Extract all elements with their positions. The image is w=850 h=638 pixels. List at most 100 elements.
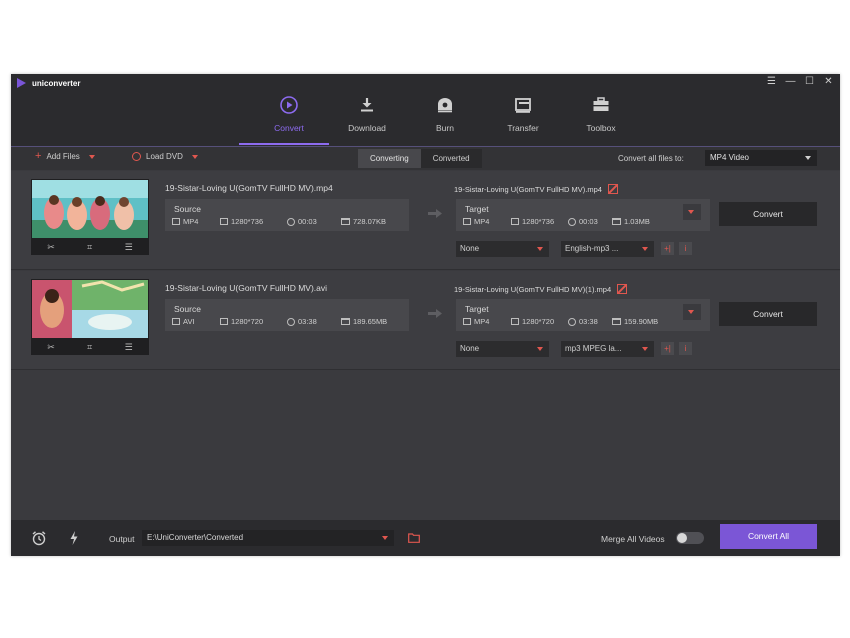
source-format: MP4 [172, 217, 220, 226]
source-file-name: 19-Sistar-Loving U(GomTV FullHD MV).avi [165, 283, 328, 293]
plus-icon: + [35, 150, 42, 162]
tab-download[interactable]: Download [328, 92, 406, 145]
toolbar: + Add Files Load DVD Converting Converte… [11, 146, 840, 170]
close-icon[interactable]: ✕ [823, 76, 834, 88]
output-format-value: MP4 Video [710, 153, 749, 162]
tab-burn-label: Burn [436, 123, 454, 133]
target-resolution: 1280*736 [511, 217, 568, 226]
edit-icon[interactable] [617, 284, 628, 294]
status-tabs: Converting Converted [358, 149, 482, 168]
audio-track-select[interactable]: English-mp3 ... [561, 241, 654, 257]
file-row: ✂ ⌗ ☰ 19-Sistar-Loving U(GomTV FullHD MV… [11, 171, 840, 270]
target-info: Target MP4 1280*720 03:38 159.90MB [456, 299, 710, 331]
subtitle-select[interactable]: None [456, 341, 549, 357]
open-folder-icon[interactable] [408, 533, 420, 543]
film-icon [172, 318, 180, 325]
crop-icon[interactable]: ⌗ [87, 342, 92, 353]
folder-icon [612, 218, 621, 225]
target-settings-dropdown[interactable] [683, 204, 701, 220]
trim-icon[interactable]: ✂ [47, 342, 55, 353]
video-thumbnail[interactable]: ✂ ⌗ ☰ [31, 279, 149, 355]
folder-icon [341, 318, 350, 325]
alarm-clock-icon[interactable] [31, 530, 47, 546]
load-dvd-dropdown-icon[interactable] [191, 154, 198, 159]
target-resolution-value: 1280*720 [522, 317, 555, 326]
add-files-label: Add Files [46, 152, 80, 161]
source-duration-value: 00:03 [298, 217, 317, 226]
logo-icon [17, 78, 26, 88]
subtitle-select[interactable]: None [456, 241, 549, 257]
merge-toggle[interactable] [676, 532, 704, 544]
target-format-value: MP4 [474, 217, 490, 226]
tab-burn[interactable]: Burn [406, 92, 484, 145]
edit-icon[interactable] [607, 184, 618, 194]
info-icon[interactable]: i [679, 242, 692, 255]
target-duration-value: 00:03 [579, 217, 598, 226]
target-file-name: 19-Sistar-Loving U(GomTV FullHD MV)(1).m… [454, 284, 628, 294]
file-row: ✂ ⌗ ☰ 19-Sistar-Loving U(GomTV FullHD MV… [11, 271, 840, 370]
source-size-value: 728.07KB [353, 217, 386, 226]
clock-icon [568, 317, 576, 326]
lightning-icon[interactable] [69, 530, 79, 546]
app-title: uniconverter [32, 78, 81, 88]
chevron-down-icon [805, 156, 811, 160]
add-subtitle-button[interactable]: +| [661, 342, 674, 355]
folder-icon [612, 318, 621, 325]
resolution-icon [511, 218, 519, 225]
load-dvd-button[interactable]: Load DVD [132, 152, 198, 161]
effects-icon[interactable]: ☰ [125, 242, 133, 253]
source-format-value: MP4 [183, 217, 199, 226]
add-subtitle-button[interactable]: +| [661, 242, 674, 255]
tab-converted[interactable]: Converted [420, 149, 482, 168]
active-tab-indicator [239, 143, 329, 145]
add-files-button[interactable]: + Add Files [35, 150, 95, 162]
source-duration-value: 03:38 [298, 317, 317, 326]
output-path-select[interactable]: E:\UniConverter\Converted [142, 530, 394, 546]
source-size: 728.07KB [341, 217, 386, 226]
video-thumbnail[interactable]: ✂ ⌗ ☰ [31, 179, 149, 255]
crop-icon[interactable]: ⌗ [87, 242, 92, 253]
output-path-value: E:\UniConverter\Converted [147, 533, 244, 542]
resolution-icon [220, 218, 228, 225]
source-label: Source [174, 304, 201, 314]
clock-icon [568, 217, 576, 226]
tab-transfer-label: Transfer [507, 123, 539, 133]
convert-button[interactable]: Convert [719, 202, 817, 226]
trim-icon[interactable]: ✂ [47, 242, 55, 253]
target-resolution-value: 1280*736 [522, 217, 555, 226]
dvd-icon [132, 152, 141, 161]
tab-transfer[interactable]: Transfer [484, 92, 562, 145]
tab-convert-label: Convert [274, 123, 304, 133]
source-duration: 00:03 [287, 217, 341, 226]
chevron-down-icon [382, 536, 388, 540]
menu-icon[interactable]: ☰ [766, 76, 777, 88]
convert-all-button[interactable]: Convert All [720, 524, 817, 549]
maximize-icon[interactable]: ☐ [804, 76, 815, 88]
target-label: Target [465, 204, 489, 214]
target-format-value: MP4 [474, 317, 490, 326]
toolbox-icon [591, 95, 611, 115]
source-meta: MP4 1280*736 00:03 728.07KB [172, 217, 386, 226]
audio-track-select[interactable]: mp3 MPEG la... [561, 341, 654, 357]
tab-converting[interactable]: Converting [358, 149, 421, 168]
output-format-select[interactable]: MP4 Video [705, 150, 817, 166]
source-resolution-value: 1280*720 [231, 317, 264, 326]
minimize-icon[interactable]: — [785, 76, 796, 88]
arrow-right-icon [428, 309, 442, 318]
source-resolution: 1280*720 [220, 317, 287, 326]
tab-convert[interactable]: Convert [250, 92, 328, 145]
effects-icon[interactable]: ☰ [125, 342, 133, 353]
merge-all-videos-label: Merge All Videos [601, 534, 665, 544]
thumbnail-image [32, 280, 148, 338]
resolution-icon [220, 318, 228, 325]
add-files-dropdown-icon[interactable] [88, 154, 95, 159]
target-file-name-text: 19-Sistar-Loving U(GomTV FullHD MV)(1).m… [454, 284, 612, 294]
info-icon[interactable]: i [679, 342, 692, 355]
main-nav: Convert Download Burn Transfer Toolbox [250, 92, 640, 145]
tab-toolbox[interactable]: Toolbox [562, 92, 640, 145]
app-window: uniconverter ☰ — ☐ ✕ Convert Download Bu… [11, 74, 840, 556]
target-settings-dropdown[interactable] [683, 304, 701, 320]
source-duration: 03:38 [287, 317, 341, 326]
source-file-name: 19-Sistar-Loving U(GomTV FullHD MV).mp4 [165, 183, 333, 193]
convert-button[interactable]: Convert [719, 302, 817, 326]
